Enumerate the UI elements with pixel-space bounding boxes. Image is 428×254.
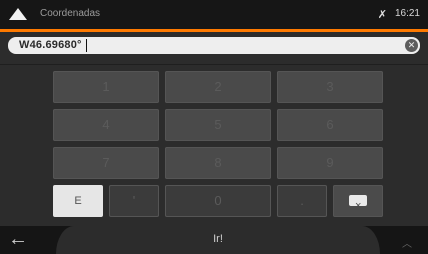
- coordinate-input[interactable]: W46.69680° ✕: [8, 37, 420, 54]
- coordinate-input-value: W46.69680°: [19, 39, 82, 51]
- dot-key[interactable]: .: [277, 185, 327, 217]
- key-9[interactable]: 9: [277, 147, 383, 179]
- key-7[interactable]: 7: [53, 147, 159, 179]
- key-2[interactable]: 2: [165, 71, 271, 103]
- backspace-button[interactable]: [333, 185, 383, 222]
- bottom-bar: ← Ir! ︿: [0, 226, 428, 254]
- screen-title: Coordenadas: [40, 8, 101, 19]
- chevron-up-icon[interactable]: ︿: [402, 235, 412, 250]
- status-bar: Coordenadas ✗ 16:21: [0, 0, 428, 29]
- key-0[interactable]: 0: [165, 185, 271, 217]
- backspace-icon: [349, 190, 367, 222]
- apostrophe-key[interactable]: ': [109, 185, 159, 217]
- divider-line: [0, 64, 428, 65]
- key-6[interactable]: 6: [277, 109, 383, 141]
- coordinate-entry-screen: Coordenadas ✗ 16:21 W46.69680° ✕ 1 2 3 4…: [0, 0, 428, 254]
- go-button[interactable]: Ir!: [56, 226, 380, 254]
- back-arrow-icon[interactable]: ←: [8, 228, 28, 251]
- key-8[interactable]: 8: [165, 147, 271, 179]
- triangle-logo-icon[interactable]: [8, 7, 28, 21]
- accent-divider: [0, 29, 428, 32]
- hemisphere-key-e[interactable]: E: [53, 185, 103, 217]
- clock-time: 16:21: [394, 8, 420, 19]
- key-1[interactable]: 1: [53, 71, 159, 103]
- go-button-label: Ir!: [213, 233, 223, 245]
- key-5[interactable]: 5: [165, 109, 271, 141]
- clear-circle-x-icon[interactable]: ✕: [405, 39, 418, 52]
- text-caret: [86, 39, 87, 52]
- key-3[interactable]: 3: [277, 71, 383, 103]
- satellite-icon: ✗: [377, 9, 387, 21]
- key-4[interactable]: 4: [53, 109, 159, 141]
